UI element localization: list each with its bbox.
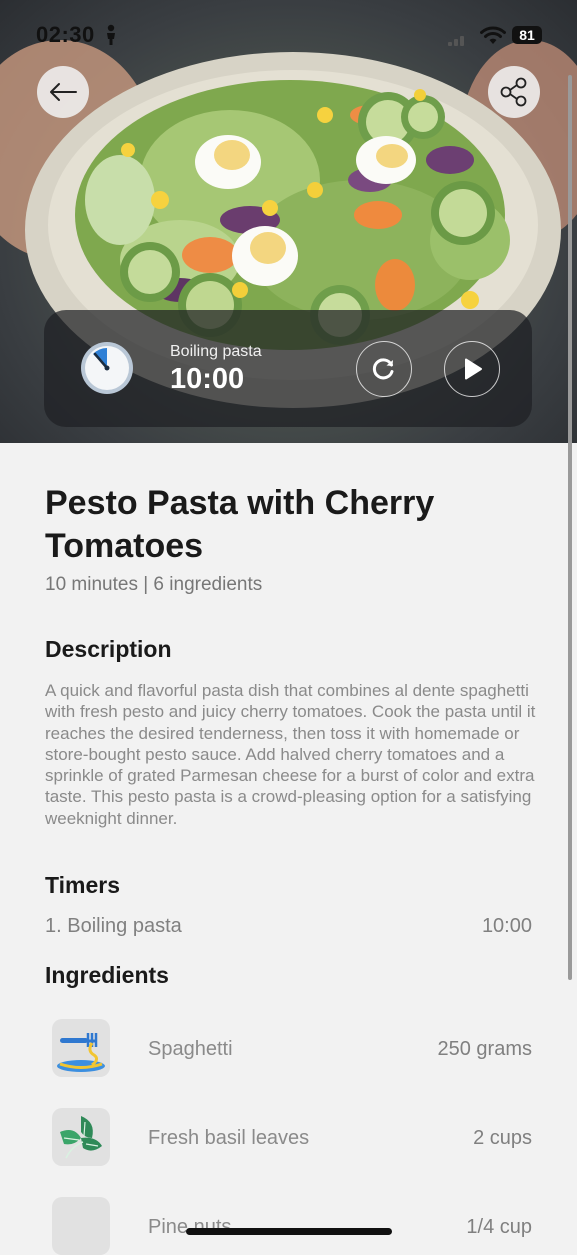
timer-dial-icon	[81, 342, 133, 394]
reset-icon	[372, 358, 394, 380]
recipe-meta: 10 minutes | 6 ingredients	[45, 574, 263, 595]
ingredient-name: Fresh basil leaves	[148, 1127, 310, 1149]
battery-indicator: 81	[512, 26, 542, 44]
timer-list-item[interactable]: 1. Boiling pasta 10:00	[45, 915, 532, 938]
cellular-signal-icon	[448, 36, 464, 46]
description-text: A quick and flavorful pasta dish that co…	[45, 681, 536, 828]
person-activity-icon	[107, 24, 115, 45]
recipe-hero-image: 02:30 81 Boiling pasta 10:00	[0, 0, 577, 443]
timer-label: Boiling pasta	[170, 343, 262, 360]
play-icon	[465, 358, 482, 380]
ingredient-name: Spaghetti	[148, 1038, 233, 1060]
ingredient-amount: 1/4 cup	[466, 1216, 532, 1238]
ingredients-heading: Ingredients	[45, 962, 169, 988]
status-time: 02:30	[36, 22, 95, 47]
status-bar: 02:30 81	[0, 0, 577, 70]
timer-item-duration: 10:00	[481, 915, 532, 937]
back-button[interactable]	[37, 66, 89, 118]
basil-icon	[52, 1108, 110, 1166]
ingredient-amount: 250 grams	[437, 1038, 533, 1060]
reset-timer-button[interactable]	[356, 341, 412, 397]
timers-heading: Timers	[45, 872, 121, 898]
description-heading: Description	[45, 636, 172, 662]
play-timer-button[interactable]	[444, 341, 500, 397]
spaghetti-icon	[52, 1019, 110, 1077]
recipe-title: Pesto Pasta with Cherry Tomatoes	[45, 484, 435, 565]
home-indicator[interactable]	[186, 1228, 392, 1235]
wifi-icon	[480, 26, 506, 44]
share-button[interactable]	[488, 66, 540, 118]
pine-nuts-icon-placeholder	[52, 1197, 110, 1255]
arrow-left-icon	[50, 83, 77, 101]
share-icon	[500, 77, 527, 107]
scrollbar[interactable]	[568, 75, 572, 980]
timer-item-name: 1. Boiling pasta	[45, 915, 182, 937]
ingredient-amount: 2 cups	[473, 1127, 532, 1149]
timer-countdown: 10:00	[170, 363, 245, 395]
